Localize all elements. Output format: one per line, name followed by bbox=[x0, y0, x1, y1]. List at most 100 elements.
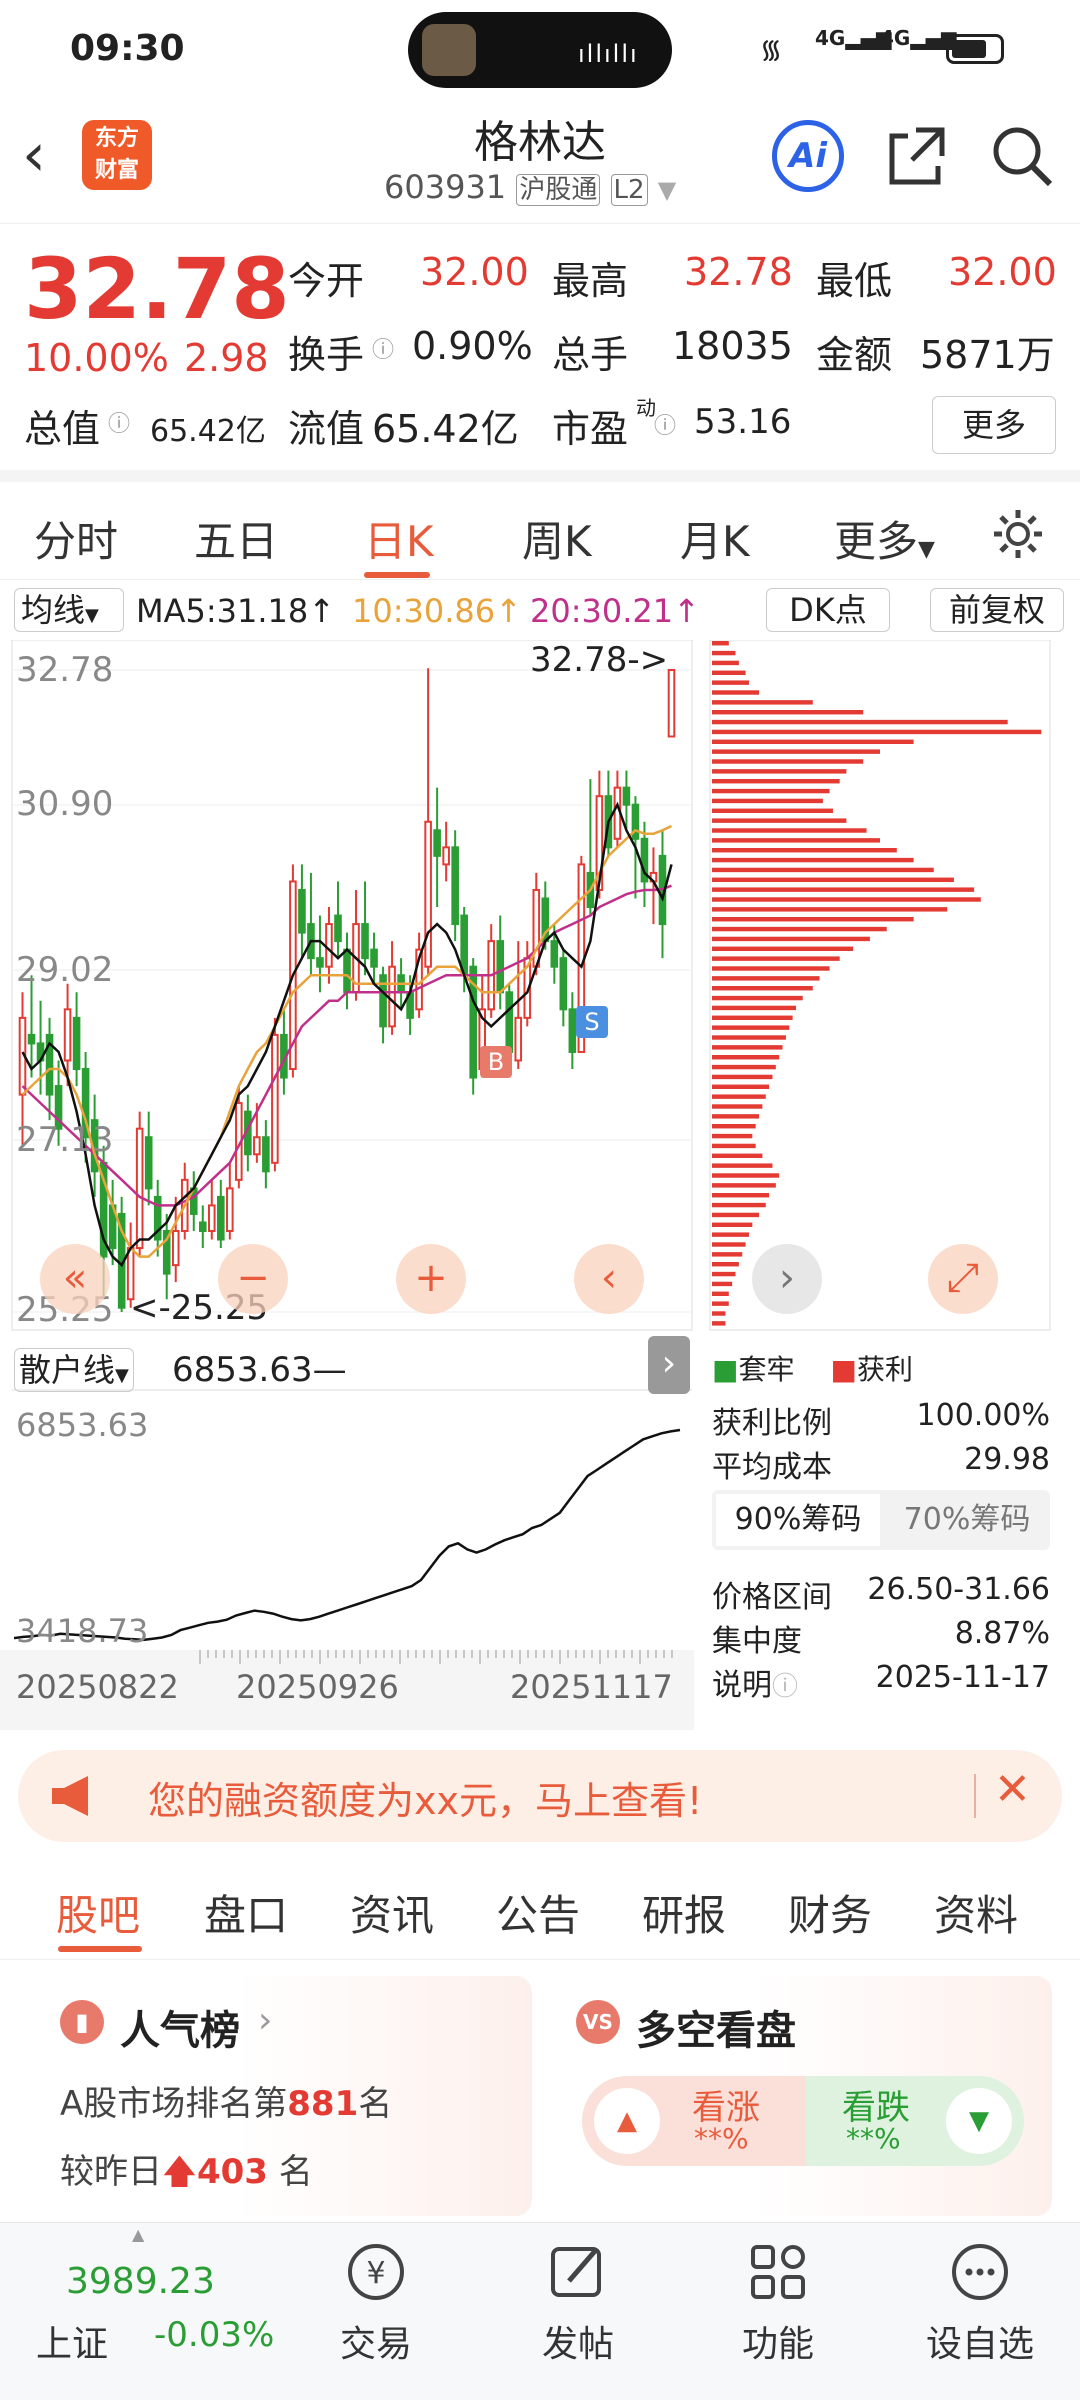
tab-weekly-k[interactable]: 周K bbox=[522, 508, 592, 569]
ma5-value: MA5:31.18↑ bbox=[136, 592, 336, 630]
info-icon[interactable]: ⓘ bbox=[372, 332, 394, 364]
float-value: 65.42亿 bbox=[372, 407, 519, 451]
scroll-right-icon[interactable]: › bbox=[752, 1244, 822, 1314]
nav-add-watchlist[interactable]: 设自选 bbox=[910, 2237, 1050, 2367]
info-icon[interactable]: ⓘ bbox=[108, 406, 130, 438]
tab-profile[interactable]: 资料 bbox=[934, 1882, 1018, 1943]
chip-legend: ■套牢 ■获利 bbox=[712, 1348, 913, 1388]
chip-bar bbox=[712, 641, 729, 646]
margin-banner[interactable]: 您的融资额度为xx元，马上查看! ✕ bbox=[18, 1750, 1062, 1842]
bearish-value: **% bbox=[846, 2122, 901, 2155]
popularity-card[interactable]: ▮ 人气榜 › A股市场排名第881名 较昨日🡅403 名 bbox=[36, 1976, 532, 2216]
nav-trade[interactable]: ¥ 交易 bbox=[306, 2237, 446, 2367]
triangle-up-icon: ▲ bbox=[594, 2088, 660, 2154]
tab-finance[interactable]: 财务 bbox=[788, 1882, 872, 1943]
mktcap-label: 总值 bbox=[24, 407, 101, 451]
change-percent: 10.00% bbox=[24, 336, 169, 380]
bottom-nav: ▲ 3989.23 上证 -0.03% ¥ 交易 发帖 功能 设自选 bbox=[0, 2222, 1080, 2400]
max-annotation: 32.78-> bbox=[530, 640, 669, 680]
fullscreen-icon[interactable]: ⤢ bbox=[928, 1244, 998, 1314]
chip-tabs: 90%筹码 70%筹码 bbox=[712, 1490, 1050, 1550]
search-icon[interactable] bbox=[990, 124, 1054, 188]
turnover-value: 0.90% bbox=[412, 324, 533, 368]
concentration-value: 8.87% bbox=[954, 1616, 1050, 1651]
tab-announcements[interactable]: 公告 bbox=[496, 1882, 580, 1943]
dynamic-island[interactable]: ıllıllı bbox=[408, 12, 672, 88]
divider bbox=[974, 1774, 976, 1818]
last-price: 32.78 bbox=[24, 240, 290, 338]
range-label: 价格区间 bbox=[712, 1580, 832, 1615]
dk-point-button[interactable]: DK点 bbox=[766, 588, 890, 632]
chip-bar bbox=[712, 1252, 743, 1257]
network-type: 4G bbox=[880, 26, 911, 50]
tab-chip-90[interactable]: 90%筹码 bbox=[716, 1494, 880, 1546]
scroll-left-icon[interactable]: ‹ bbox=[574, 1244, 644, 1314]
adjust-button[interactable]: 前复权 bbox=[930, 588, 1064, 632]
triangle-down-icon: ▼ bbox=[946, 2088, 1012, 2154]
ma-selector[interactable]: 均线▼ bbox=[14, 588, 124, 632]
tab-monthly-k[interactable]: 月K bbox=[680, 508, 750, 569]
tab-news[interactable]: 资讯 bbox=[350, 1882, 434, 1943]
candle-body bbox=[208, 1204, 216, 1233]
candle-body bbox=[334, 914, 342, 943]
rank-prefix: A股市场排名第 bbox=[60, 2084, 288, 2124]
tab-research[interactable]: 研报 bbox=[642, 1882, 726, 1943]
chip-bar bbox=[712, 1291, 729, 1297]
bullish-button[interactable]: ▲ 看涨 **% bbox=[582, 2076, 806, 2166]
ai-button[interactable]: Ai bbox=[772, 120, 844, 192]
album-art-icon bbox=[422, 24, 476, 76]
share-icon[interactable] bbox=[886, 122, 948, 188]
legend-square-red: ■ bbox=[830, 1353, 857, 1386]
battery-icon bbox=[946, 34, 1004, 64]
chip-bar bbox=[712, 670, 746, 676]
quote-panel: 32.78 10.00% 2.98 今开 32.00 最高 32.78 最低 3… bbox=[0, 224, 1080, 474]
zoom-out-icon[interactable]: − bbox=[218, 1244, 288, 1314]
chip-bar bbox=[712, 986, 813, 991]
chip-bar bbox=[712, 1301, 729, 1306]
bull-bear-title: 多空看盘 bbox=[636, 2008, 796, 2054]
note-label[interactable]: 说明ⓘ bbox=[712, 1660, 798, 1704]
kline-chart[interactable] bbox=[0, 640, 1080, 1730]
chip-bar bbox=[712, 897, 981, 902]
tab-pankou[interactable]: 盘口 bbox=[204, 1882, 288, 1943]
bearish-button[interactable]: 看跌 **% ▼ bbox=[806, 2076, 1024, 2166]
chip-bar bbox=[712, 710, 864, 715]
index-ticker[interactable]: ▲ 3989.23 上证 -0.03% bbox=[0, 2225, 280, 2381]
clock: 09:30 bbox=[70, 28, 185, 69]
index-change: -0.03% bbox=[154, 2315, 275, 2355]
tab-intraday[interactable]: 分时 bbox=[34, 508, 118, 569]
gear-icon[interactable] bbox=[990, 506, 1046, 562]
ma20-value: 20:30.21↑ bbox=[530, 592, 700, 630]
retail-line bbox=[13, 1428, 681, 1642]
nav-post[interactable]: 发帖 bbox=[508, 2237, 648, 2367]
buy-marker[interactable]: B bbox=[480, 1046, 512, 1078]
tab-more[interactable]: 更多▼ bbox=[834, 508, 935, 569]
nav-post-label: 发帖 bbox=[541, 2324, 614, 2365]
bull-bear-card: VS 多空看盘 ▲ 看涨 **% 看跌 **% ▼ bbox=[552, 1976, 1052, 2216]
candle-body bbox=[424, 820, 432, 968]
stock-code-row[interactable]: 603931 沪股通 L2 ▼ bbox=[384, 168, 676, 206]
close-icon[interactable]: ✕ bbox=[994, 1764, 1031, 1815]
chip-bar bbox=[712, 1212, 760, 1218]
sell-marker[interactable]: S bbox=[576, 1006, 608, 1038]
expand-panel-icon[interactable]: › bbox=[648, 1336, 690, 1394]
zoom-in-icon[interactable]: + bbox=[396, 1244, 466, 1314]
tab-daily-k[interactable]: 日K bbox=[364, 508, 434, 569]
chip-bar bbox=[712, 1005, 796, 1011]
candle-body bbox=[568, 1008, 577, 1053]
tab-chip-70[interactable]: 70%筹码 bbox=[888, 1494, 1046, 1546]
scroll-left-fast-icon[interactable]: « bbox=[40, 1244, 110, 1314]
indicator-selector[interactable]: 散户线▼ bbox=[14, 1348, 134, 1392]
info-icon[interactable]: ⓘ bbox=[654, 408, 676, 440]
cards-row: ▮ 人气榜 › A股市场排名第881名 较昨日🡅403 名 VS 多空看盘 ▲ … bbox=[0, 1972, 1080, 2222]
tab-guba[interactable]: 股吧 bbox=[56, 1882, 140, 1943]
more-button[interactable]: 更多 bbox=[932, 396, 1056, 454]
nav-functions[interactable]: 功能 bbox=[708, 2237, 848, 2367]
network-type: 4G bbox=[815, 26, 846, 50]
note-text: 说明 bbox=[712, 1668, 772, 1703]
active-tab-indicator bbox=[364, 572, 430, 578]
candle-body bbox=[63, 1008, 72, 1062]
low-label: 最低 bbox=[816, 259, 893, 303]
chip-bar bbox=[712, 1271, 736, 1277]
tab-5day[interactable]: 五日 bbox=[194, 508, 278, 569]
